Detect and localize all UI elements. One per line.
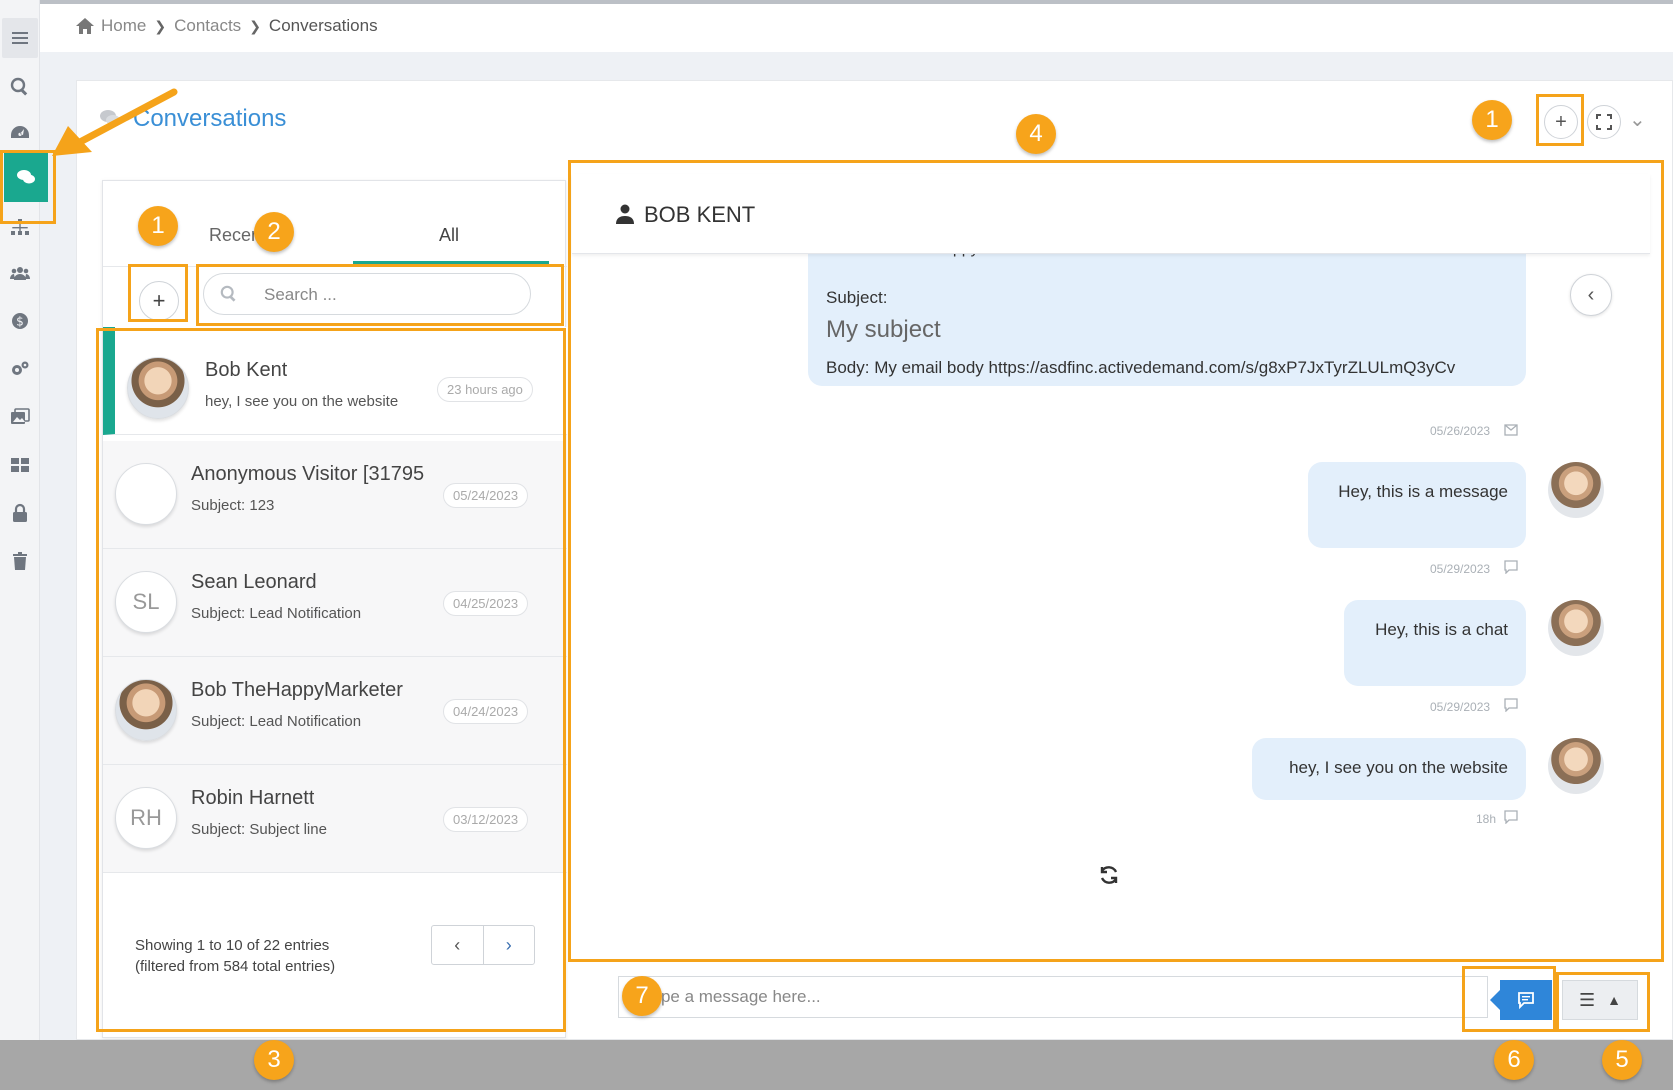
highlight-options-button [1556,972,1650,1032]
breadcrumb-current: Conversations [268,16,378,35]
fullscreen-button[interactable] [1587,105,1621,139]
contact-name: BOB KENT [644,202,756,227]
users-group-icon[interactable] [0,250,40,296]
highlight-conversation-list [96,328,566,1032]
search-icon[interactable] [0,64,40,110]
highlight-search [196,264,564,326]
highlight-new-button [1536,94,1584,146]
message-input[interactable] [643,987,1443,1007]
lock-icon[interactable] [0,490,40,536]
collapse-chevron-icon[interactable]: ⌄ [1629,107,1646,132]
breadcrumb-home[interactable]: Home [101,16,146,36]
trash-icon[interactable] [0,538,40,584]
annotation-badge: 6 [1494,1040,1534,1080]
chevron-right-icon: ❯ [249,17,261,34]
annotation-badge: 1 [138,206,178,246]
top-bar: Home ❯ Contacts ❯ Conversations [40,0,1673,52]
highlight-add-button [128,264,188,322]
chevron-right-icon: ❯ [154,17,167,34]
home-icon[interactable] [75,17,95,35]
chat-header: BOB KENT [572,174,1650,254]
breadcrumb: Home ❯ Contacts ❯ Conversations [75,16,378,36]
svg-text:$: $ [16,315,24,329]
breadcrumb-contacts[interactable]: Contacts [174,16,241,36]
highlight-chat-thread [568,160,1664,962]
bottom-bar [0,1040,1673,1090]
media-images-icon[interactable] [0,394,40,440]
message-composer [618,976,1488,1018]
tab-all[interactable]: All [439,225,459,246]
widgets-grid-icon[interactable] [0,442,40,488]
user-icon [616,204,634,224]
settings-gears-icon[interactable] [0,346,40,392]
annotation-badge: 7 [622,976,662,1016]
annotation-badge: 2 [254,212,294,252]
annotation-badge: 1 [1472,100,1512,140]
hamburger-menu-icon[interactable] [2,18,38,58]
annotation-badge: 3 [254,1040,294,1080]
annotation-badge: 4 [1016,114,1056,154]
annotation-arrow-icon [52,88,178,156]
annotation-badge: 5 [1602,1040,1642,1080]
dollar-coin-icon[interactable]: $ [0,298,40,344]
expand-icon [1596,114,1612,130]
highlight-send-button [1462,966,1556,1032]
